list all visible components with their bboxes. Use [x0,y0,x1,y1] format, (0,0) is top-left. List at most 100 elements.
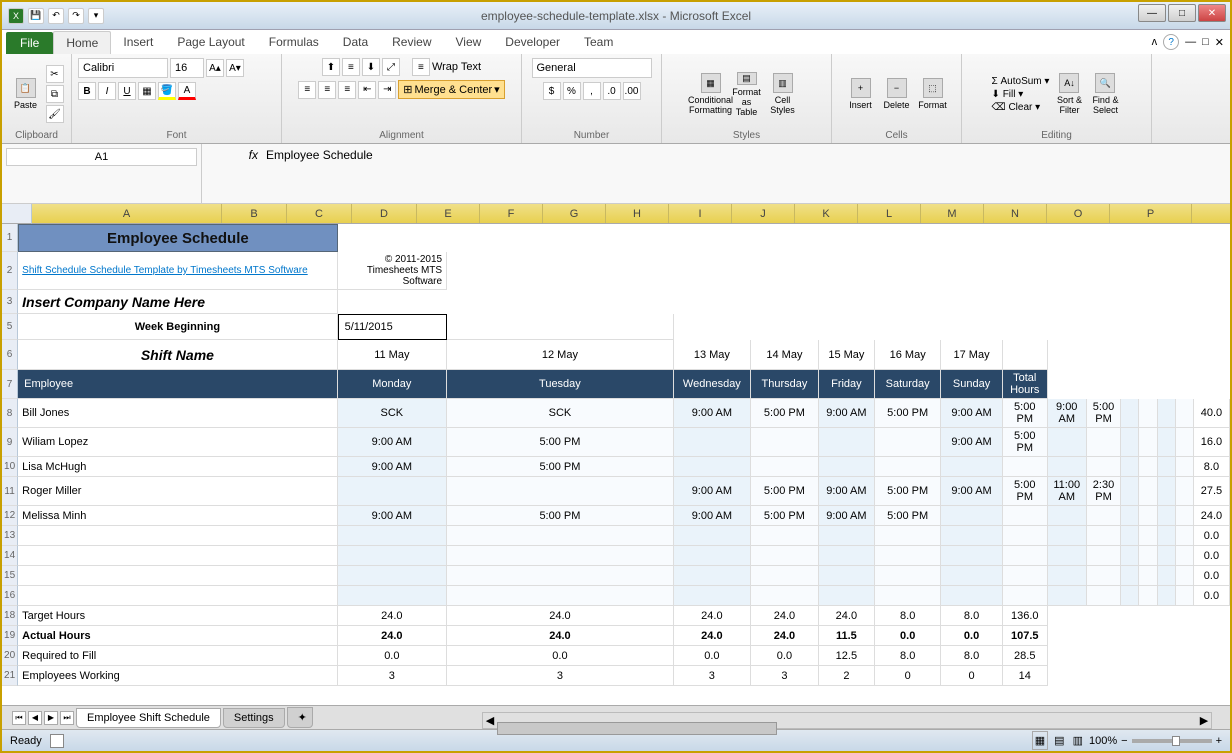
name-box[interactable] [6,148,197,166]
week-beginning-label[interactable]: Week Beginning [18,314,337,340]
time-cell[interactable] [1158,477,1176,506]
time-cell[interactable] [1158,399,1176,428]
time-cell[interactable] [1176,428,1194,457]
time-cell[interactable]: 5:00 PM [1003,477,1048,506]
row-header-20[interactable]: 20 [2,646,18,666]
stat-total[interactable]: 107.5 [1003,626,1048,646]
time-cell[interactable] [1003,546,1048,566]
time-cell[interactable] [819,566,875,586]
zoom-out-icon[interactable]: − [1121,735,1127,747]
ribbon-tab-developer[interactable]: Developer [493,31,572,54]
help-icon[interactable]: ? [1163,34,1179,50]
sheet-tab-employee-shift[interactable]: Employee Shift Schedule [76,708,221,728]
day-header-6[interactable]: Sunday [941,370,1002,399]
stat-val[interactable]: 3 [751,666,819,686]
total-hours-cell[interactable]: 40.0 [1194,399,1230,428]
sheet-tab-settings[interactable]: Settings [223,708,285,728]
time-cell[interactable]: 5:00 PM [875,506,941,526]
stat-val[interactable]: 3 [447,666,674,686]
row-header-6[interactable]: 6 [2,340,18,370]
time-cell[interactable] [1121,586,1139,606]
time-cell[interactable]: 9:00 AM [941,477,1002,506]
time-cell[interactable]: 5:00 PM [1003,399,1048,428]
clear-button[interactable]: ⌫ Clear ▾ [992,102,1050,113]
day-header-5[interactable]: Saturday [875,370,941,399]
time-cell[interactable] [819,586,875,606]
time-cell[interactable] [941,457,1002,477]
spreadsheet-grid[interactable]: 1Employee Schedule2Shift Schedule Schedu… [2,224,1230,686]
stat-label[interactable]: Required to Fill [18,646,337,666]
time-cell[interactable] [875,546,941,566]
total-hours-cell[interactable]: 0.0 [1194,586,1230,606]
time-cell[interactable] [1048,457,1087,477]
stat-total[interactable]: 28.5 [1003,646,1048,666]
col-header-K[interactable]: K [795,204,858,223]
time-cell[interactable] [819,428,875,457]
stat-label[interactable]: Target Hours [18,606,337,626]
total-hours-cell[interactable]: 16.0 [1194,428,1230,457]
zoom-slider[interactable] [1132,739,1212,743]
stat-val[interactable]: 24.0 [819,606,875,626]
tab-nav-next-icon[interactable]: ▶ [44,711,58,725]
select-all-corner[interactable] [2,204,32,224]
ribbon-tab-review[interactable]: Review [380,31,443,54]
cut-icon[interactable]: ✂ [46,65,64,83]
ribbon-minimize-icon[interactable]: ʌ [1152,36,1158,48]
increase-font-icon[interactable]: A▴ [206,59,224,77]
time-cell[interactable]: 9:00 AM [674,399,751,428]
italic-button[interactable]: I [98,82,116,100]
time-cell[interactable] [751,586,819,606]
date-3[interactable]: 14 May [751,340,819,370]
time-cell[interactable] [1087,428,1122,457]
stat-val[interactable]: 24.0 [447,606,674,626]
time-cell[interactable]: 5:00 PM [751,506,819,526]
conditional-formatting-button[interactable]: ▦Conditional Formatting [695,73,727,115]
time-cell[interactable] [875,526,941,546]
stat-val[interactable]: 0.0 [941,626,1002,646]
time-cell[interactable] [751,457,819,477]
col-header-H[interactable]: H [606,204,669,223]
copy-icon[interactable]: ⧉ [46,85,64,103]
time-cell[interactable] [1087,586,1122,606]
fx-icon[interactable]: fx [249,148,258,162]
employee-name[interactable] [18,526,337,546]
time-cell[interactable] [1139,566,1157,586]
time-cell[interactable] [1176,526,1194,546]
qat-more-icon[interactable]: ▾ [88,8,104,24]
window-restore-icon[interactable]: □ [1202,36,1209,48]
time-cell[interactable]: 9:00 AM [338,428,447,457]
row-header-19[interactable]: 19 [2,626,18,646]
time-cell[interactable] [1048,526,1087,546]
maximize-button[interactable]: □ [1168,4,1196,22]
wrap-text-button[interactable]: Wrap Text [432,61,481,73]
view-normal-icon[interactable]: ▦ [1032,731,1048,750]
stat-val[interactable]: 24.0 [751,626,819,646]
time-cell[interactable] [1139,428,1157,457]
time-cell[interactable] [338,586,447,606]
time-cell[interactable] [819,526,875,546]
sort-filter-button[interactable]: A↓Sort & Filter [1053,73,1085,115]
stat-total[interactable]: 136.0 [1003,606,1048,626]
shift-name-label[interactable]: Shift Name [18,340,337,370]
fill-button[interactable]: ⬇ Fill ▾ [992,89,1050,100]
time-cell[interactable] [1087,506,1122,526]
time-cell[interactable] [1048,506,1087,526]
percent-icon[interactable]: % [563,82,581,100]
ribbon-tab-formulas[interactable]: Formulas [257,31,331,54]
find-select-button[interactable]: 🔍Find & Select [1089,73,1121,115]
align-center-icon[interactable]: ≡ [318,81,336,99]
employee-name[interactable]: Roger Miller [18,477,337,506]
stat-val[interactable]: 8.0 [941,606,1002,626]
col-header-P[interactable]: P [1110,204,1192,223]
employee-name[interactable]: Lisa McHugh [18,457,337,477]
time-cell[interactable] [1176,477,1194,506]
time-cell[interactable]: 9:00 AM [674,477,751,506]
row-header-9[interactable]: 9 [2,428,18,457]
time-cell[interactable] [1158,546,1176,566]
time-cell[interactable]: 11:00 AM [1048,477,1087,506]
stat-val[interactable]: 24.0 [674,626,751,646]
time-cell[interactable]: 5:00 PM [751,399,819,428]
time-cell[interactable] [1158,506,1176,526]
day-header-2[interactable]: Wednesday [674,370,751,399]
stat-total[interactable]: 14 [1003,666,1048,686]
